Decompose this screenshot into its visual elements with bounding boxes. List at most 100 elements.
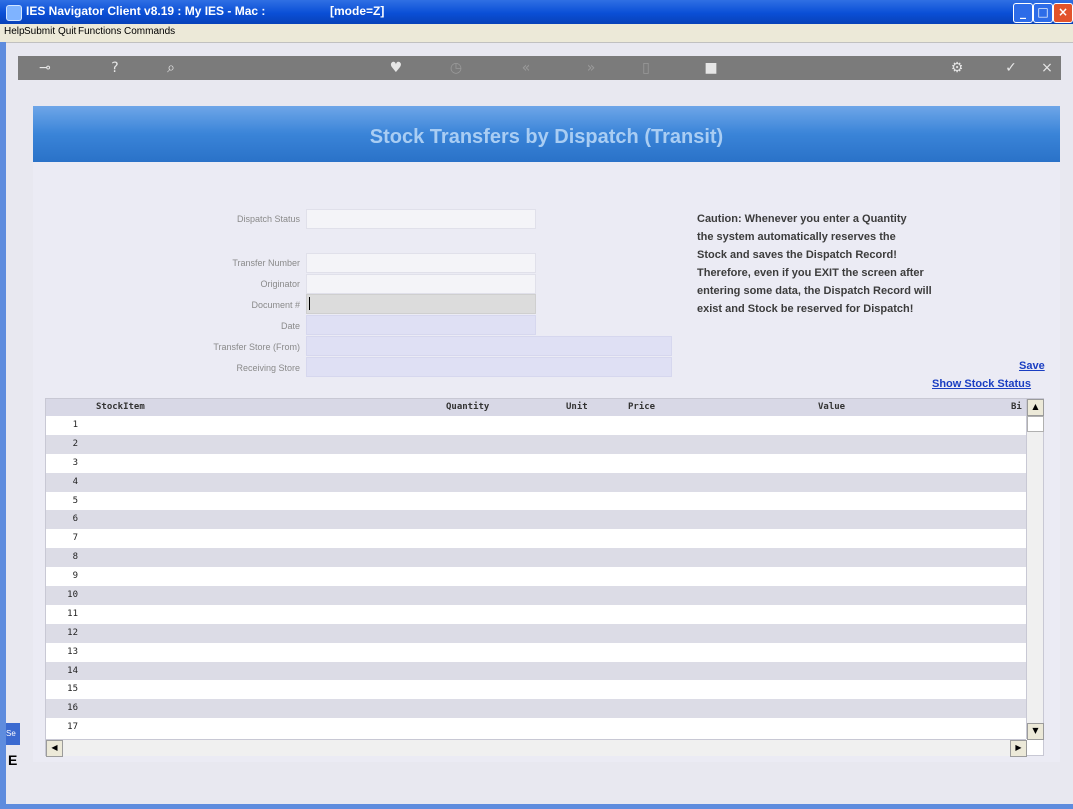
table-row[interactable]: 7 <box>46 529 1026 548</box>
bottom-edge <box>0 804 1073 809</box>
row-number: 4 <box>72 476 78 487</box>
vertical-scrollbar[interactable]: ▲ ▼ <box>1026 399 1044 740</box>
transfer-store-field[interactable] <box>306 336 672 356</box>
key-icon[interactable]: ⊸ <box>30 58 60 78</box>
toolbar: ⊸ ? ⌕ ♥ ◷ « » ▯ ■ ⚙ ✓ × <box>18 56 1061 80</box>
search-icon[interactable]: ⌕ <box>160 58 182 78</box>
minimize-icon[interactable]: _ <box>1013 3 1033 23</box>
scroll-thumb[interactable] <box>1027 416 1044 432</box>
col-price[interactable]: Price <box>628 402 655 412</box>
table-row[interactable]: 3 <box>46 454 1026 473</box>
scroll-down-icon[interactable]: ▼ <box>1027 723 1044 740</box>
side-tab[interactable]: Se <box>6 723 20 745</box>
originator-label: Originator <box>260 279 300 289</box>
save-link[interactable]: Save <box>1019 360 1045 372</box>
table-row[interactable]: 10 <box>46 586 1026 605</box>
maximize-icon[interactable]: □ <box>1033 3 1053 23</box>
row-number: 13 <box>67 646 78 657</box>
col-quantity[interactable]: Quantity <box>446 402 489 412</box>
row-number: 12 <box>67 627 78 638</box>
grid-header: StockItem Quantity Unit Price Value Bi <box>46 399 1026 416</box>
check-icon[interactable]: ✓ <box>1000 58 1022 78</box>
row-number: 2 <box>72 438 78 449</box>
window-close-icon[interactable]: × <box>1053 3 1073 23</box>
row-number: 9 <box>72 571 78 582</box>
scroll-left-icon[interactable]: ◀ <box>46 740 63 757</box>
row-number: 15 <box>67 684 78 695</box>
table-row[interactable]: 6 <box>46 510 1026 530</box>
show-stock-status-link[interactable]: Show Stock Status <box>932 378 1031 390</box>
table-row[interactable]: 12 <box>46 623 1026 643</box>
col-stockitem[interactable]: StockItem <box>96 402 145 412</box>
text-caret <box>309 297 310 310</box>
row-number: 11 <box>67 608 78 619</box>
caution-text: Caution: Whenever you enter a Quantity t… <box>697 210 1017 318</box>
menu-submit[interactable]: Submit <box>24 26 55 37</box>
row-number: 1 <box>72 420 78 430</box>
back-icon[interactable]: « <box>515 58 537 78</box>
app-window: IES Navigator Client v8.19 : My IES - Ma… <box>0 0 1073 809</box>
receiving-store-field[interactable] <box>306 357 672 377</box>
date-field[interactable] <box>306 315 536 335</box>
row-number: 6 <box>72 514 78 525</box>
table-row[interactable]: 9 <box>46 567 1026 586</box>
table-row[interactable]: 17 <box>46 718 1026 737</box>
stock-grid: StockItem Quantity Unit Price Value Bi 1… <box>45 398 1044 757</box>
document-field[interactable] <box>306 294 536 314</box>
menu-functions[interactable]: Functions <box>78 26 121 37</box>
clock-icon[interactable]: ◷ <box>445 58 467 78</box>
caution-line: exist and Stock be reserved for Dispatch… <box>697 303 914 315</box>
dispatch-status-field[interactable] <box>306 209 536 229</box>
window-title: IES Navigator Client v8.19 : My IES - Ma… <box>26 4 266 18</box>
table-row[interactable]: 16 <box>46 699 1026 719</box>
window-mode: [mode=Z] <box>330 4 385 18</box>
page-icon[interactable]: ▯ <box>635 58 657 78</box>
scroll-right-icon[interactable]: ▶ <box>1010 740 1027 757</box>
transfer-store-label: Transfer Store (From) <box>213 342 300 352</box>
date-label: Date <box>280 321 300 331</box>
row-number: 3 <box>72 457 78 468</box>
col-bi[interactable]: Bi <box>1011 402 1022 412</box>
page-title: Stock Transfers by Dispatch (Transit) <box>369 126 724 148</box>
forward-icon[interactable]: » <box>580 58 602 78</box>
caution-line: Caution: Whenever you enter a Quantity <box>697 213 907 225</box>
table-row[interactable]: 11 <box>46 605 1026 624</box>
menu-quit[interactable]: Quit <box>58 26 76 37</box>
dispatch-status-label: Dispatch Status <box>236 214 300 224</box>
grid-rows: 1 2 3 4 5 6 7 8 9 10 11 12 13 14 15 16 17 <box>46 416 1026 737</box>
row-number: 5 <box>72 495 78 506</box>
table-row[interactable]: 5 <box>46 492 1026 511</box>
table-row[interactable]: 8 <box>46 548 1026 568</box>
table-row[interactable]: 14 <box>46 661 1026 681</box>
receiving-store-label: Receiving Store <box>236 363 300 373</box>
row-number: 8 <box>72 552 78 563</box>
menu-commands[interactable]: Commands <box>124 26 175 37</box>
close-icon[interactable]: × <box>1036 58 1058 78</box>
originator-field[interactable] <box>306 274 536 294</box>
table-row[interactable]: 13 <box>46 643 1026 662</box>
table-row[interactable]: 15 <box>46 680 1026 699</box>
col-unit[interactable]: Unit <box>566 402 588 412</box>
help-icon[interactable]: ? <box>104 58 126 78</box>
settings-icon[interactable]: ⚙ <box>946 58 968 78</box>
app-icon <box>6 5 22 21</box>
transfer-number-field[interactable] <box>306 253 536 273</box>
side-letter: E <box>8 752 18 768</box>
heart-icon[interactable]: ♥ <box>385 58 407 78</box>
table-row[interactable]: 1 <box>46 416 1026 435</box>
horizontal-scrollbar[interactable]: ◀ ▶ <box>46 739 1027 757</box>
row-number: 14 <box>67 665 78 676</box>
caution-line: the system automatically reserves the <box>697 231 896 243</box>
table-row[interactable]: 2 <box>46 434 1026 454</box>
table-row[interactable]: 4 <box>46 472 1026 492</box>
menu-help[interactable]: Help <box>4 26 25 37</box>
scroll-up-icon[interactable]: ▲ <box>1027 399 1044 416</box>
col-value[interactable]: Value <box>818 402 845 412</box>
row-number: 17 <box>67 722 78 733</box>
document-label: Document # <box>251 300 300 310</box>
square-icon[interactable]: ■ <box>700 58 722 78</box>
title-bar: IES Navigator Client v8.19 : My IES - Ma… <box>0 0 1073 24</box>
caution-line: Therefore, even if you EXIT the screen a… <box>697 267 924 279</box>
caution-line: Stock and saves the Dispatch Record! <box>697 249 897 261</box>
transfer-number-label: Transfer Number <box>232 258 300 268</box>
